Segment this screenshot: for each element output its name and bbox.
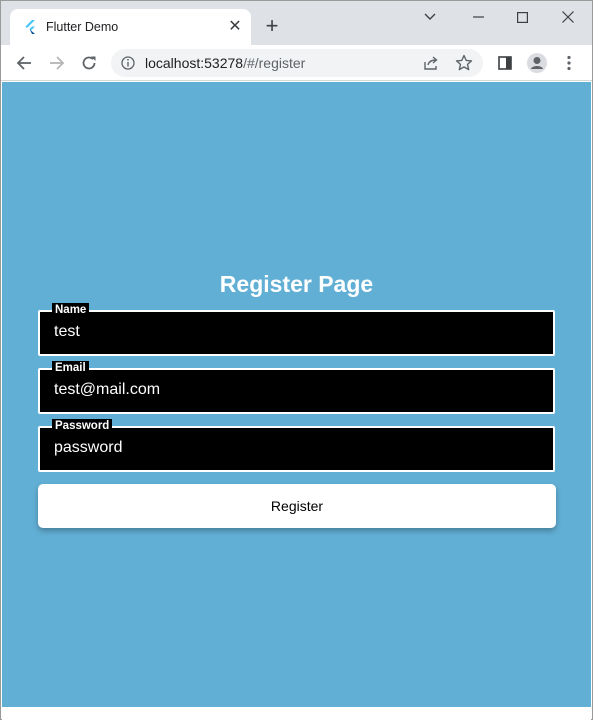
url-text: localhost:53278/#/register <box>145 55 305 71</box>
share-icon[interactable] <box>423 55 439 71</box>
app-viewport: Register Page Name Email Password Regist… <box>2 82 591 707</box>
reload-icon[interactable] <box>78 52 100 74</box>
side-panel-icon[interactable] <box>494 52 516 74</box>
url-host: localhost:53278 <box>145 55 244 71</box>
maximize-icon[interactable] <box>507 5 537 29</box>
address-bar[interactable]: localhost:53278/#/register <box>111 49 483 77</box>
browser-window: Flutter Demo ✕ + localhost:53278/#/regis… <box>0 0 593 720</box>
email-field-label: Email <box>52 361 89 375</box>
name-field-label: Name <box>52 303 90 317</box>
name-input[interactable] <box>54 323 534 341</box>
info-icon[interactable] <box>121 56 135 70</box>
flutter-favicon <box>25 20 35 34</box>
password-input[interactable] <box>54 439 534 457</box>
back-arrow-icon[interactable] <box>13 52 35 74</box>
page-title: Register Page <box>219 271 374 297</box>
new-tab-icon[interactable]: + <box>262 15 282 37</box>
tab-close-icon[interactable]: ✕ <box>226 18 244 36</box>
register-button[interactable]: Register <box>38 484 556 528</box>
password-field[interactable]: Password <box>38 419 555 472</box>
name-field[interactable]: Name <box>38 303 555 356</box>
star-icon[interactable] <box>455 54 473 72</box>
tab-strip: Flutter Demo ✕ + <box>1 1 592 45</box>
email-input[interactable] <box>54 381 534 399</box>
browser-tab[interactable]: Flutter Demo ✕ <box>10 9 251 45</box>
chevron-down-icon[interactable] <box>415 5 445 29</box>
kebab-menu-icon[interactable] <box>558 52 580 74</box>
email-field[interactable]: Email <box>38 361 555 414</box>
profile-icon[interactable] <box>526 52 548 74</box>
browser-toolbar: localhost:53278/#/register <box>1 45 592 81</box>
close-icon[interactable] <box>553 5 583 29</box>
forward-arrow-icon[interactable] <box>46 52 68 74</box>
tab-title: Flutter Demo <box>46 20 119 34</box>
url-path: /#/register <box>243 55 306 71</box>
minimize-icon[interactable] <box>463 5 493 29</box>
password-field-label: Password <box>52 419 113 433</box>
taskbar-strip <box>2 707 591 720</box>
